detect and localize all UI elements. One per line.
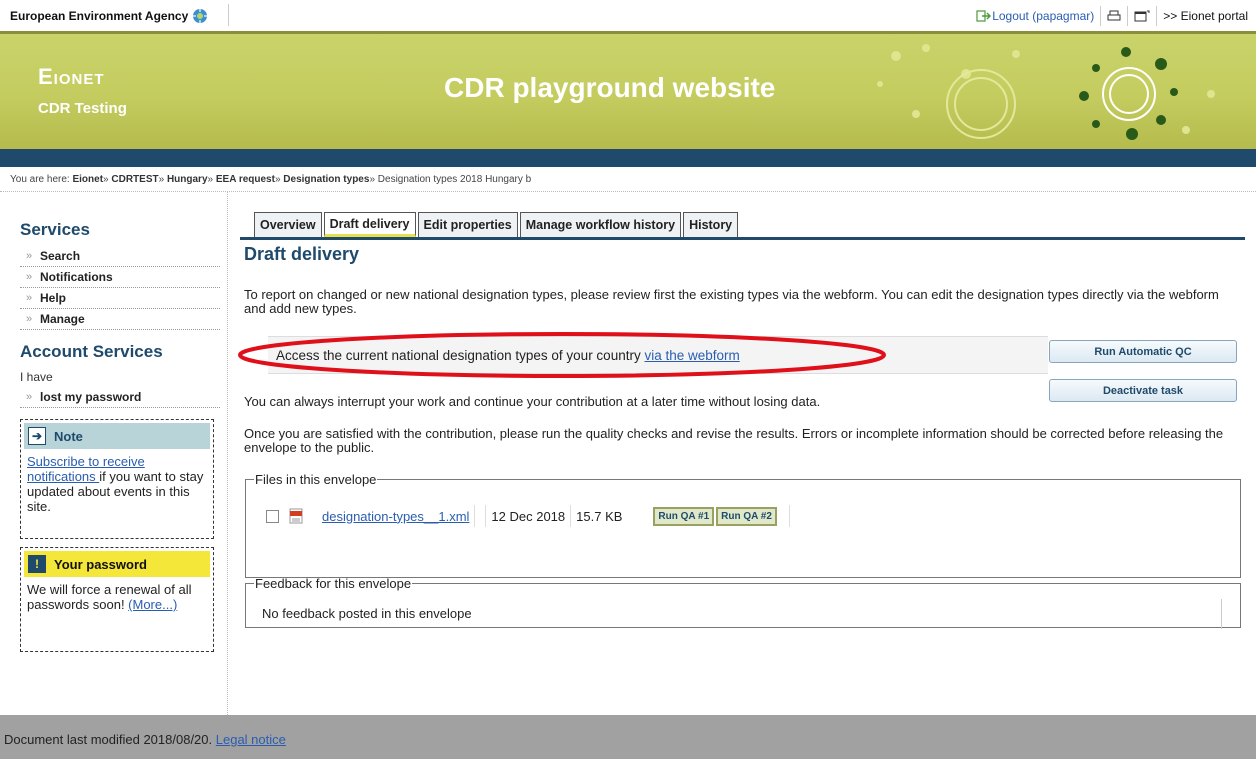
run-qa-1-button[interactable]: Run QA #1 — [653, 506, 715, 526]
lost-password-item[interactable]: » lost my password — [20, 387, 220, 408]
sidebar-item-notifications[interactable]: » Notifications — [20, 267, 220, 288]
banner-decoration-icon — [877, 44, 1215, 140]
top-links: Logout (papagmar) >> Eionet portal — [970, 6, 1254, 26]
services-heading: Services — [20, 220, 90, 239]
site-banner: Eionet CDR Testing CDR playground websit… — [0, 31, 1256, 149]
intro-text: To report on changed or new national des… — [244, 287, 1219, 316]
top-bar: European Environment Agency Logout (papa… — [0, 0, 1256, 31]
quality-check-text: Once you are satisfied with the contribu… — [244, 426, 1224, 455]
tab-manage-workflow-history[interactable]: Manage workflow history — [519, 212, 682, 237]
chevron-right-icon: » — [26, 250, 33, 262]
account-services-heading: Account Services — [20, 342, 163, 361]
password-title: Your password — [54, 556, 147, 572]
breadcrumb-item[interactable]: Eionet — [72, 174, 103, 185]
sidebar-item-manage[interactable]: » Manage — [20, 309, 220, 330]
divider — [228, 4, 229, 26]
i-have-label: I have — [20, 370, 53, 384]
sidebar-item-label[interactable]: Notifications — [40, 270, 113, 284]
tab-draft-delivery[interactable]: Draft delivery — [323, 212, 416, 237]
sidebar: Services » Search » Notifications » Help » M… — [0, 192, 228, 715]
note-title: Note — [54, 428, 83, 444]
file-checkbox[interactable] — [266, 509, 279, 523]
note-body: Subscribe to receive notifications if yo… — [21, 452, 213, 516]
tab-bar: Overview Draft delivery Edit properties … — [254, 212, 740, 237]
breadcrumb-item[interactable]: Designation types — [283, 174, 369, 185]
logout-label[interactable]: Logout (papagmar) — [992, 9, 1094, 23]
logout-link[interactable]: Logout (papagmar) — [970, 6, 1102, 26]
feedback-text: No feedback posted in this envelope — [262, 606, 472, 621]
chevron-right-icon: » — [26, 313, 33, 325]
last-modified: Document last modified 2018/08/20. — [4, 732, 216, 747]
printer-icon — [1107, 10, 1121, 21]
file-date: 12 Dec 2018 — [486, 505, 572, 527]
highlight-ellipse — [238, 332, 886, 378]
chevron-right-icon: » — [26, 391, 33, 403]
file-spacer — [779, 505, 790, 527]
sidebar-item-label[interactable]: Manage — [40, 312, 85, 326]
page-title: Draft delivery — [244, 244, 360, 264]
file-size: 15.7 KB — [576, 508, 623, 524]
eea-logo[interactable]: European Environment Agency — [10, 8, 208, 24]
print-button[interactable] — [1101, 6, 1129, 26]
xml-file-icon — [289, 508, 303, 524]
feedback-fieldset: Feedback for this envelope No feedback p… — [245, 576, 1241, 629]
breadcrumb-item[interactable]: Hungary — [167, 174, 208, 185]
scrollbar[interactable] — [1221, 599, 1222, 629]
footer-text: Document last modified 2018/08/20. Legal… — [4, 732, 286, 747]
file-name-cell: designation-types__1.xml — [317, 505, 476, 527]
tab-edit-properties[interactable]: Edit properties — [417, 212, 518, 237]
note-header: ➔ Note — [24, 423, 210, 449]
agency-name[interactable]: European Environment Agency — [10, 9, 188, 23]
site-title: CDR playground website — [444, 72, 776, 103]
eionet-portal-link[interactable]: >> Eionet portal — [1157, 6, 1254, 26]
services-list: » Search » Notifications » Help » Manage — [20, 246, 220, 330]
more-link[interactable]: (More...) — [128, 597, 177, 612]
sidebar-item-label[interactable]: Help — [40, 291, 66, 305]
tab-overview[interactable]: Overview — [254, 212, 322, 237]
tab-history[interactable]: History — [683, 212, 739, 237]
interrupt-text: You can always interrupt your work and c… — [244, 394, 821, 409]
chevron-right-icon: » — [26, 271, 33, 283]
eea-star-icon — [193, 9, 208, 23]
chevron-right-icon: » — [26, 292, 33, 304]
file-link[interactable]: designation-types__1.xml — [322, 509, 469, 524]
password-box: ! Your password We will force a renewal … — [20, 547, 214, 652]
run-automatic-qc-button[interactable]: Run Automatic QC — [1049, 340, 1237, 363]
breadcrumb: You are here: Eionet» CDRTEST» Hungary» … — [10, 174, 532, 185]
sidebar-item-label[interactable]: lost my password — [40, 390, 141, 404]
warning-icon: ! — [28, 555, 46, 573]
legal-notice-link[interactable]: Legal notice — [216, 732, 286, 747]
files-fieldset: Files in this envelope designation-types… — [245, 472, 1241, 578]
tab-underline — [240, 237, 1245, 240]
breadcrumb-item[interactable]: CDRTEST — [111, 174, 158, 185]
feedback-legend: Feedback for this envelope — [255, 576, 412, 591]
breadcrumb-current: Designation types 2018 Hungary b — [377, 174, 532, 185]
fullscreen-button[interactable] — [1128, 6, 1158, 26]
sidebar-item-search[interactable]: » Search — [20, 246, 220, 267]
site-subtitle: CDR Testing — [38, 100, 127, 117]
files-legend: Files in this envelope — [255, 472, 377, 487]
fullscreen-icon — [1134, 10, 1150, 22]
sidebar-item-help[interactable]: » Help — [20, 288, 220, 309]
table-row: designation-types__1.xml 12 Dec 2018 15.… — [266, 505, 790, 527]
note-box: ➔ Note Subscribe to receive notification… — [20, 419, 214, 539]
file-spacer — [475, 505, 487, 527]
password-body: We will force a renewal of all passwords… — [21, 580, 213, 614]
breadcrumb-prefix: You are here: — [10, 174, 70, 185]
site-name[interactable]: Eionet — [38, 64, 105, 90]
password-header: ! Your password — [24, 551, 210, 577]
arrow-right-icon: ➔ — [28, 427, 46, 445]
logout-icon — [976, 10, 992, 22]
breadcrumb-item[interactable]: EEA request — [216, 174, 275, 185]
footer: Document last modified 2018/08/20. Legal… — [0, 715, 1256, 759]
nav-band — [0, 149, 1256, 167]
run-qa-2-button[interactable]: Run QA #2 — [716, 506, 777, 526]
sidebar-item-label[interactable]: Search — [40, 249, 80, 263]
sidebar-item-lost-password[interactable]: » lost my password — [20, 387, 220, 408]
